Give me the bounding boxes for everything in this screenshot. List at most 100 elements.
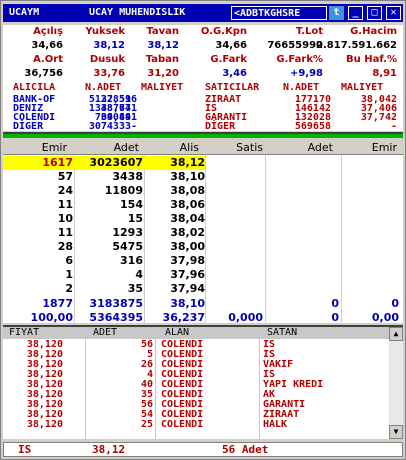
trade-cell: HALK (263, 419, 288, 430)
trade-header-adet[interactable]: ADET (93, 327, 117, 338)
trade-header-satan[interactable]: SATAN (267, 327, 297, 338)
order-book-cell: 2 (65, 282, 73, 295)
order-book-cell: 11809 (104, 184, 143, 197)
order-book-total-row: 100,00 5364395 36,237 0,000 0 0,00 (3, 311, 403, 325)
value-gfark-pct: +9,98 (289, 68, 323, 79)
header-dusuk: Dusuk (89, 54, 125, 65)
order-book-total-cell: 0,00 (371, 311, 399, 324)
order-book-total-cell: 0 (331, 311, 339, 324)
order-book-row[interactable]: 57 3438 38,10 (3, 170, 403, 184)
order-book-cell: 10 (57, 212, 73, 225)
order-book-cell: 35 (127, 282, 143, 295)
depth-cell: - (130, 121, 137, 132)
order-book-cell: 38,02 (170, 226, 205, 239)
scroll-up-icon[interactable]: ▲ (389, 327, 403, 341)
order-book-total-cell: 36,237 (162, 311, 205, 324)
ticker-input[interactable]: <ADBTKGHSRE (231, 6, 327, 20)
header-aort: A.Ort (33, 54, 63, 65)
order-book-cell: 154 (120, 198, 143, 211)
header-taban: Taban (145, 54, 179, 65)
book-header-alis[interactable]: Alis (180, 141, 199, 154)
order-book-cell: 38,10 (170, 170, 205, 183)
order-book-row[interactable]: 28 5475 38,00 (3, 240, 403, 254)
value-aort: 36,756 (24, 68, 63, 79)
header-tavan: Tavan (146, 26, 179, 37)
order-book-total-cell: 100,00 (30, 311, 73, 324)
book-header-adet-sell[interactable]: Adet (308, 141, 333, 154)
broker-distribution: ALICILA N.ADET MALIYET SATICILAR N.ADET … (3, 81, 403, 132)
depth-row[interactable]: DİGER 3074333- DİGER 569658- (3, 121, 403, 132)
order-book-cell: 28 (57, 240, 73, 253)
vertical-scrollbar[interactable]: ▲ ▼ (389, 327, 403, 439)
trade-cell: 38,120 (26, 419, 63, 430)
order-book-row[interactable]: 24 11809 38,08 (3, 184, 403, 198)
order-book-cell: 5475 (112, 240, 143, 253)
order-book-cell: 57 (57, 170, 73, 183)
symbol-label: UCAYM (9, 7, 40, 18)
header-buhaf: Bu Haf.% (346, 54, 397, 65)
trade-row[interactable]: 38,120 25 COLENDI HALK (3, 420, 389, 430)
value-dusuk: 33,76 (93, 68, 125, 79)
order-book-cell: 1293 (112, 226, 143, 239)
order-book-total-cell: 0 (331, 297, 339, 310)
value-buhaf: 8,91 (372, 68, 397, 79)
twitter-icon[interactable]: t (329, 6, 344, 20)
value-tavan: 38,12 (147, 40, 179, 51)
order-book-row[interactable]: 2 35 37,94 (3, 282, 403, 296)
order-book-total-cell: 1877 (42, 297, 73, 310)
close-button[interactable]: ✕ (386, 6, 401, 20)
header-ogkpn: O.G.Kpn (200, 26, 247, 37)
scroll-down-icon[interactable]: ▼ (389, 425, 403, 439)
value-tlot: 76655990 (267, 40, 323, 51)
value-taban: 31,20 (147, 68, 179, 79)
depth-cell: 569658 (294, 121, 331, 132)
book-header-satis[interactable]: Satis (236, 141, 263, 154)
order-book-cell: 6 (65, 254, 73, 267)
order-book-cell: 3438 (112, 170, 143, 183)
status-quantity: 56 Adet (222, 443, 269, 456)
summary-values-1: 34,66 38,12 38,12 34,66 76655990 2.817.5… (3, 39, 403, 53)
title-bar[interactable]: UCAYM UCAY MUHENDISLIK <ADBTKGHSRE t _ □… (3, 4, 403, 22)
header-acilis: Açılış (33, 26, 63, 37)
value-ghacim: 2.817.591.662 (316, 40, 397, 51)
order-book-total-cell: 0,000 (228, 311, 263, 324)
book-header-adet-buy[interactable]: Adet (114, 141, 139, 154)
book-header-emir-buy[interactable]: Emir (42, 141, 67, 154)
order-book-row[interactable]: 6 316 37,98 (3, 254, 403, 268)
order-book-total-cell: 5364395 (89, 311, 143, 324)
order-book-row[interactable]: 10 15 38,04 (3, 212, 403, 226)
status-bar: IS 38,12 56 Adet (3, 442, 403, 457)
company-name: UCAY MUHENDISLIK (89, 7, 186, 18)
value-gfark: 3,46 (222, 68, 247, 79)
order-book-row[interactable]: 1617 3023607 38,12 (3, 156, 403, 170)
trade-header-alan[interactable]: ALAN (165, 327, 189, 338)
order-book-cell: 4 (135, 268, 143, 281)
order-book-total-cell: 0 (391, 297, 399, 310)
maximize-button[interactable]: □ (367, 6, 382, 20)
trade-header-fiyat[interactable]: FIYAT (9, 327, 39, 338)
order-book-row[interactable]: 1 4 37,96 (3, 268, 403, 282)
status-price: 38,12 (92, 443, 126, 456)
order-book-cell: 37,98 (170, 254, 205, 267)
order-book-row[interactable]: 11 154 38,06 (3, 198, 403, 212)
order-book-cell: 37,94 (170, 282, 205, 295)
header-yuksek: Yuksek (85, 26, 125, 37)
order-book-row[interactable]: 11 1293 38,02 (3, 226, 403, 240)
minimize-button[interactable]: _ (348, 6, 363, 20)
order-book: Emir Adet Alis Satis Adet Emir 1617 30236… (3, 139, 403, 325)
trade-cell: COLENDI (161, 419, 204, 430)
header-gfark: G.Fark (210, 54, 247, 65)
depth-header-nadet-buy: N.ADET (85, 82, 122, 93)
value-ogkpn: 34,66 (215, 40, 247, 51)
order-book-total-cell: 3183875 (89, 297, 143, 310)
book-header-emir-sell[interactable]: Emir (372, 141, 397, 154)
green-separator (3, 132, 403, 138)
depth-header-nadet-sell: N.ADET (283, 82, 320, 93)
order-book-cell: 37,96 (170, 268, 205, 281)
stock-window: UCAYM UCAY MUHENDISLIK <ADBTKGHSRE t _ □… (0, 0, 406, 460)
status-broker: IS (18, 443, 32, 456)
order-book-cell: 38,00 (170, 240, 205, 253)
order-book-cell: 11 (57, 198, 73, 211)
trade-cell: 25 (140, 419, 153, 430)
order-book-cell: 11 (57, 226, 73, 239)
